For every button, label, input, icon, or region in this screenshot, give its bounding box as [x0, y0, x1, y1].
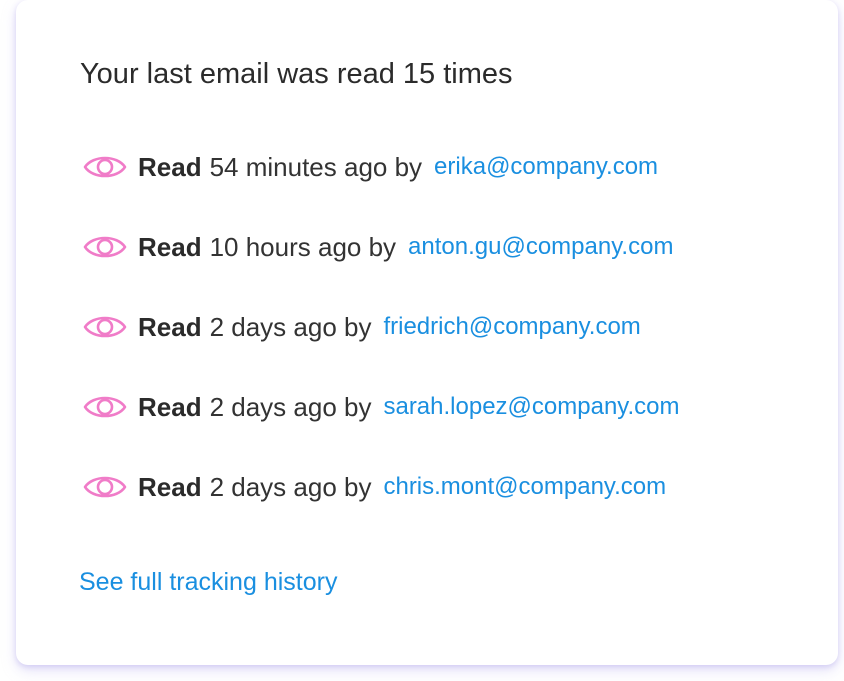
read-row: Read 54 minutes ago by erika@company.com: [82, 145, 680, 189]
read-time: 54 minutes ago by: [209, 151, 423, 182]
card-title: Your last email was read 15 times: [80, 58, 513, 90]
read-row: Read 2 days ago by sarah.lopez@company.c…: [82, 385, 680, 429]
email-read-card: Your last email was read 15 times Read 5…: [16, 0, 838, 665]
read-label: Read: [138, 151, 202, 182]
eye-icon: [83, 236, 127, 258]
read-label: Read: [138, 391, 202, 422]
read-time: 10 hours ago by: [209, 231, 397, 262]
reader-email-link[interactable]: sarah.lopez@company.com: [383, 393, 679, 421]
read-label: Read: [138, 231, 202, 262]
read-time: 2 days ago by: [209, 391, 372, 422]
see-tracking-history-link[interactable]: See full tracking history: [79, 568, 337, 597]
reader-email-link[interactable]: friedrich@company.com: [383, 313, 640, 341]
reader-email-link[interactable]: erika@company.com: [434, 153, 658, 181]
read-row: Read 2 days ago by chris.mont@company.co…: [82, 465, 680, 509]
read-row: Read 10 hours ago by anton.gu@company.co…: [82, 225, 680, 269]
read-label: Read: [138, 311, 202, 342]
eye-icon: [83, 156, 127, 178]
read-list: Read 54 minutes ago by erika@company.com…: [82, 145, 680, 545]
read-time: 2 days ago by: [209, 471, 372, 502]
read-time: 2 days ago by: [209, 311, 372, 342]
reader-email-link[interactable]: chris.mont@company.com: [383, 473, 666, 501]
eye-icon: [83, 396, 127, 418]
eye-icon: [83, 476, 127, 498]
read-row: Read 2 days ago by friedrich@company.com: [82, 305, 680, 349]
read-label: Read: [138, 471, 202, 502]
reader-email-link[interactable]: anton.gu@company.com: [408, 233, 673, 261]
eye-icon: [83, 316, 127, 338]
